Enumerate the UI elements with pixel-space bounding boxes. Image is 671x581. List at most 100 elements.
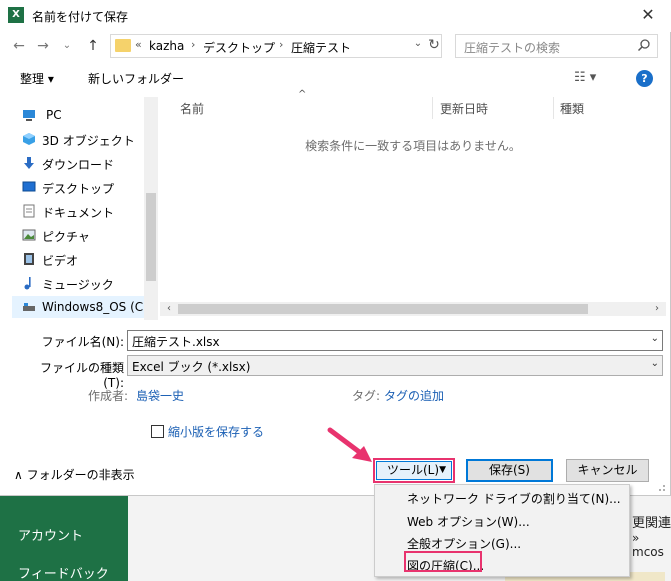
refresh-icon[interactable]: ↻: [427, 37, 441, 53]
sidebar-item-documents[interactable]: ドキュメント: [12, 200, 144, 222]
sidebar-item-label: 3D オブジェクト: [42, 134, 135, 148]
file-list: 名前 ^ 更新日時 種類 検索条件に一致する項目はありません。 ‹ ›: [160, 89, 666, 320]
close-icon[interactable]: ✕: [636, 4, 660, 26]
back-arrow-icon[interactable]: ←: [10, 37, 28, 55]
sidebar-item-3d-objects[interactable]: 3D オブジェクト: [12, 128, 144, 150]
breadcrumb-item[interactable]: kazha: [149, 39, 184, 53]
horizontal-scrollbar[interactable]: ‹ ›: [160, 302, 666, 316]
empty-message: 検索条件に一致する項目はありません。: [305, 139, 521, 153]
command-bar: 整理 ▾ 新しいフォルダー ☷ ▾ ?: [0, 64, 671, 92]
sidebar-item-label: ドキュメント: [42, 206, 115, 220]
breadcrumb-item[interactable]: 圧縮テスト: [291, 39, 351, 56]
sidebar-item-videos[interactable]: ビデオ: [12, 248, 144, 270]
up-arrow-icon[interactable]: ↑: [84, 37, 102, 55]
caret-down-icon: ▼: [439, 465, 446, 475]
column-header-name[interactable]: 名前: [180, 100, 204, 117]
sidebar-item-downloads[interactable]: ダウンロード: [12, 152, 144, 174]
menu-item-map-network-drive[interactable]: ネットワーク ドライブの割り当て(N)...: [407, 490, 621, 507]
sidebar-item-pictures[interactable]: ピクチャ: [12, 224, 144, 246]
title-bar: X 名前を付けて保存 ✕: [0, 0, 671, 32]
new-folder-button[interactable]: 新しいフォルダー: [88, 70, 184, 87]
breadcrumb-item[interactable]: デスクトップ: [203, 39, 275, 56]
sidebar-item-label: ピクチャ: [42, 230, 90, 244]
sidebar-item-label: ミュージック: [42, 278, 114, 292]
chevron-down-icon[interactable]: ⌄: [651, 358, 659, 369]
dialog-title: 名前を付けて保存: [32, 10, 129, 24]
backstage-text: » mcos: [632, 531, 664, 559]
recent-chevron-icon[interactable]: ⌄: [58, 37, 76, 55]
sidebar-item-label: ビデオ: [42, 254, 79, 268]
save-button[interactable]: 保存(S): [466, 459, 553, 482]
hide-folders-button[interactable]: ∧ フォルダーの非表示: [14, 466, 135, 483]
navigation-scrollbar[interactable]: [144, 97, 158, 320]
pictures-icon: [22, 229, 36, 241]
filename-label: ファイル名(N):: [41, 335, 124, 349]
tools-label: ツール(L): [387, 463, 440, 477]
cancel-button[interactable]: キャンセル: [566, 459, 649, 482]
chevron-down-icon[interactable]: ⌄: [411, 38, 425, 49]
menu-item-general-options[interactable]: 全般オプション(G)...: [407, 535, 521, 552]
excel-icon: X: [8, 7, 24, 23]
sidebar-item-drive[interactable]: Windows8_OS (C: [12, 296, 144, 318]
folder-icon: [115, 39, 131, 52]
drive-icon: [23, 303, 35, 311]
column-header-modified[interactable]: 更新日時: [440, 100, 488, 117]
author-field[interactable]: 島袋一史: [136, 387, 184, 404]
search-icon[interactable]: [637, 38, 651, 52]
search-box[interactable]: 圧縮テストの検索: [455, 34, 658, 58]
sidebar-item-desktop[interactable]: デスクトップ: [12, 176, 144, 198]
annotation-arrow-icon: [327, 427, 372, 462]
scrollbar-thumb[interactable]: [178, 304, 588, 314]
documents-icon: [23, 204, 35, 218]
address-bar[interactable]: « kazha › デスクトップ › 圧縮テスト ⌄ ↻: [110, 34, 442, 58]
sidebar-item-label: デスクトップ: [42, 182, 115, 196]
backstage-text: 更関連: [632, 516, 671, 531]
chevron-down-icon[interactable]: ⌄: [651, 333, 659, 344]
column-header-type[interactable]: 種類: [560, 100, 584, 117]
view-options-icon[interactable]: ☷ ▾: [574, 70, 596, 85]
filename-field[interactable]: 圧縮テスト.xlsx ⌄: [127, 330, 663, 351]
author-label: 作成者:: [88, 389, 129, 403]
sidebar-item-label: ダウンロード: [42, 158, 115, 172]
scroll-right-icon[interactable]: ›: [650, 302, 664, 316]
forward-arrow-icon[interactable]: →: [34, 37, 52, 55]
menu-item-web-options[interactable]: Web オプション(W)...: [407, 513, 530, 530]
filename-value: 圧縮テスト.xlsx: [132, 335, 220, 349]
navigation-pane: PC 3D オブジェクト ダウンロード デスクトップ ドキュメント ピクチャ ビ…: [12, 97, 158, 320]
organize-button[interactable]: 整理 ▾: [20, 70, 54, 87]
filetype-value: Excel ブック (*.xlsx): [132, 360, 251, 374]
tools-button-highlight: ツール(L) ▼: [373, 458, 455, 483]
filetype-label: ファイルの種類(T):: [39, 361, 124, 390]
pc-icon: [23, 110, 35, 121]
scroll-left-icon[interactable]: ‹: [162, 302, 176, 316]
sort-up-icon: ^: [298, 89, 307, 100]
backstage-nav-account[interactable]: アカウント: [18, 525, 83, 544]
sidebar-item-pc[interactable]: PC: [12, 104, 144, 126]
3d-objects-icon: [23, 133, 35, 145]
help-icon[interactable]: ?: [636, 70, 653, 87]
sidebar-item-label: PC: [46, 108, 62, 122]
search-placeholder: 圧縮テストの検索: [464, 41, 561, 55]
breadcrumb-overflow[interactable]: «: [135, 38, 142, 51]
save-thumbnail-label[interactable]: 縮小版を保存する: [168, 423, 264, 440]
videos-icon: [24, 253, 34, 265]
tags-field[interactable]: タグの追加: [384, 387, 444, 404]
resize-grip-icon[interactable]: [656, 482, 666, 492]
save-thumbnail-checkbox[interactable]: [151, 425, 164, 438]
column-divider[interactable]: [553, 97, 554, 119]
download-icon: [24, 157, 34, 169]
tags-label: タグ:: [352, 389, 381, 403]
filetype-select[interactable]: Excel ブック (*.xlsx) ⌄: [127, 355, 663, 376]
compress-pictures-highlight: [404, 551, 482, 572]
sidebar-item-label: Windows8_OS (C: [42, 300, 144, 314]
sidebar-item-music[interactable]: ミュージック: [12, 272, 144, 294]
tools-button[interactable]: ツール(L) ▼: [376, 461, 452, 480]
save-as-dialog: X 名前を付けて保存 ✕ ← → ⌄ ↑ « kazha › デスクトップ › …: [0, 0, 671, 496]
chevron-right-icon[interactable]: ›: [279, 38, 283, 51]
scrollbar-thumb[interactable]: [146, 193, 156, 281]
chevron-right-icon[interactable]: ›: [191, 38, 195, 51]
desktop-icon: [22, 181, 36, 192]
music-icon: [24, 277, 31, 290]
backstage-nav-feedback[interactable]: フィードバック: [18, 563, 109, 581]
column-divider[interactable]: [432, 97, 433, 119]
